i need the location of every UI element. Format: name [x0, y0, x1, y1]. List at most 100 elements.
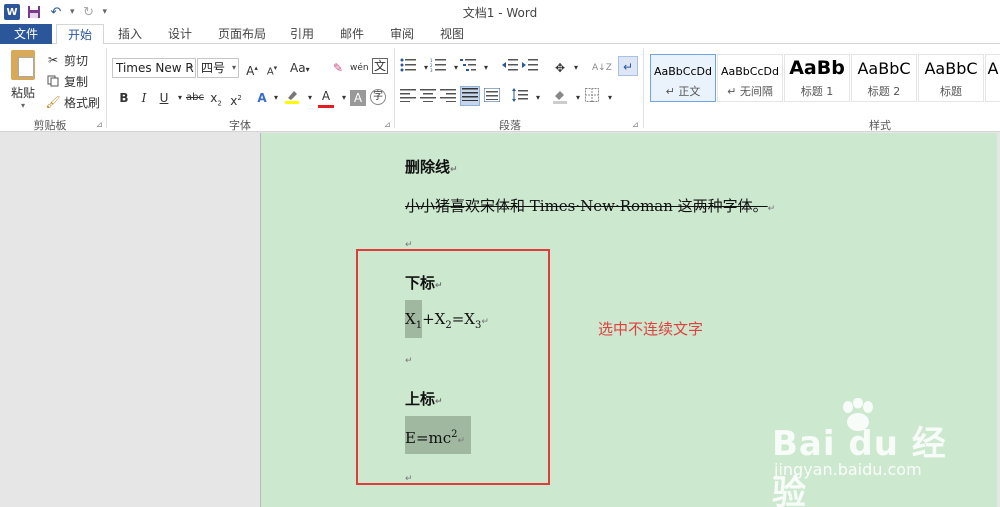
style-title[interactable]: AaBbC 标题	[918, 54, 984, 102]
copy-button[interactable]: 复制	[46, 72, 88, 90]
styles-group-label: 样式	[869, 119, 891, 132]
style-sample: AaBbC	[857, 59, 911, 78]
underline-button[interactable]: U	[156, 88, 172, 108]
style-name: ↵ 无间隔	[727, 85, 773, 98]
group-divider	[394, 48, 395, 128]
chevron-down-icon[interactable]: ▾	[302, 88, 318, 108]
align-center-icon[interactable]	[420, 88, 436, 108]
chevron-down-icon[interactable]: ▾	[530, 88, 546, 108]
paragraph-mark: ↵	[767, 204, 776, 214]
chevron-down-icon: ▾	[231, 63, 236, 72]
style-sample: AaBb	[789, 57, 845, 79]
tab-insert[interactable]: 插入	[110, 24, 150, 44]
heading-text: 删除线	[405, 158, 451, 176]
copy-icon	[46, 74, 60, 88]
tab-design[interactable]: 设计	[160, 24, 200, 44]
borders-icon[interactable]	[584, 88, 600, 108]
font-size-combo[interactable]: 四号 ▾	[197, 58, 239, 78]
chinese-layout-icon[interactable]: ✥	[552, 58, 568, 78]
style-name: 标题 1	[800, 85, 834, 98]
phonetic-guide-icon[interactable]: wén	[350, 58, 369, 78]
style-sample-partial: A	[987, 59, 999, 78]
tab-mailings[interactable]: 邮件	[332, 24, 372, 44]
paintbrush-icon: 🖌	[45, 95, 61, 109]
font-launcher-icon[interactable]: ⊿	[384, 120, 391, 129]
character-shading-button[interactable]: A	[350, 90, 366, 106]
shrink-font-label: A	[266, 66, 274, 78]
format-painter-button[interactable]: 🖌 格式刷	[45, 93, 100, 111]
style-sample: AaBbCcDd	[654, 65, 712, 78]
tab-view[interactable]: 视图	[432, 24, 472, 44]
highlight-frame	[356, 249, 550, 485]
subscript-button[interactable]: x2	[208, 88, 224, 108]
character-border-icon[interactable]: 文	[372, 58, 388, 74]
style-name: 标题 2	[867, 85, 901, 98]
shading-icon[interactable]	[552, 88, 568, 108]
style-heading-1[interactable]: AaBb 标题 1	[784, 54, 850, 102]
font-size-value: 四号	[201, 61, 226, 75]
style-name: ↵ 正文	[665, 85, 701, 98]
group-divider	[106, 48, 107, 128]
clear-formatting-icon[interactable]: ✎	[330, 58, 346, 78]
paragraph-mark: ↵	[450, 165, 458, 175]
change-case-label: Aa	[290, 61, 306, 75]
chevron-down-icon[interactable]: ▾	[602, 88, 618, 108]
superscript-button[interactable]: x2	[228, 88, 244, 108]
style-name: 标题	[940, 85, 962, 98]
change-case-button[interactable]: Aa▾	[290, 58, 310, 78]
paragraph-group-label: 段落	[499, 119, 521, 132]
chevron-down-icon: ▾	[20, 101, 25, 110]
svg-text:3: 3	[430, 68, 433, 72]
sort-icon[interactable]: A↓Z	[592, 58, 612, 78]
grow-font-button[interactable]: A▴	[244, 58, 260, 78]
heading-strikethrough[interactable]: 删除线↵	[405, 156, 458, 177]
strikethrough-button[interactable]: abc	[186, 88, 204, 108]
highlight-icon[interactable]	[284, 88, 300, 108]
align-right-icon[interactable]	[440, 88, 456, 108]
style-sample: AaBbC	[924, 59, 978, 78]
font-color-button[interactable]: A	[318, 88, 334, 108]
line-spacing-icon[interactable]	[512, 88, 528, 108]
justify-icon[interactable]	[460, 86, 480, 106]
tab-references[interactable]: 引用	[282, 24, 322, 44]
strikethrough-paragraph[interactable]: 小小猪喜欢宋体和 Times·New·Roman 这两种字体。↵	[405, 195, 775, 216]
shrink-font-button[interactable]: A▾	[264, 58, 280, 78]
multilevel-list-icon[interactable]	[460, 58, 476, 78]
clipboard-icon	[11, 50, 35, 80]
increase-indent-icon[interactable]	[522, 58, 538, 78]
bold-button[interactable]: B	[116, 88, 132, 108]
italic-button[interactable]: I	[136, 88, 152, 108]
show-marks-icon[interactable]: ↵	[618, 56, 638, 76]
cut-button[interactable]: ✂ 剪切	[46, 51, 88, 69]
distributed-icon[interactable]	[483, 87, 501, 108]
paste-label: 粘贴	[10, 86, 35, 100]
font-name-combo[interactable]: Times New R ▾	[112, 58, 196, 78]
chevron-down-icon[interactable]: ▾	[478, 58, 494, 78]
tab-home[interactable]: 开始	[56, 24, 104, 45]
clipboard-group-label: 剪贴板	[33, 119, 67, 132]
style-heading-2[interactable]: AaBbC 标题 2	[851, 54, 917, 102]
bullets-icon[interactable]	[400, 58, 416, 78]
scissors-icon: ✂	[47, 53, 59, 67]
enclose-characters-icon[interactable]: 字	[370, 89, 386, 105]
clipboard-launcher-icon[interactable]: ⊿	[96, 120, 103, 129]
paragraph-launcher-icon[interactable]: ⊿	[632, 120, 639, 129]
paste-button[interactable]: 粘贴 ▾	[6, 50, 40, 110]
tab-file[interactable]: 文件	[0, 24, 52, 44]
chevron-down-icon[interactable]: ▾	[568, 58, 584, 78]
align-left-icon[interactable]	[400, 88, 416, 108]
style-no-spacing[interactable]: AaBbCcDd ↵ 无间隔	[717, 54, 783, 102]
font-name-value: Times New R	[116, 61, 194, 75]
ribbon: 粘贴 ▾ ✂ 剪切 复制 🖌 格式刷 剪贴板 ⊿ Times New R ▾ 四…	[0, 44, 1000, 132]
strikethrough-text: 小小猪喜欢宋体和 Times·New·Roman 这两种字体。	[405, 197, 768, 215]
numbering-icon[interactable]: 123	[430, 58, 446, 78]
decrease-indent-icon[interactable]	[502, 58, 518, 78]
empty-paragraph[interactable]: ↵	[405, 236, 413, 250]
ribbon-tabs: 文件 开始 插入 设计 页面布局 引用 邮件 审阅 视图	[0, 24, 1000, 45]
chevron-down-icon[interactable]: ▾	[268, 88, 284, 108]
style-more[interactable]: A	[985, 54, 1000, 102]
tab-review[interactable]: 审阅	[382, 24, 422, 44]
window-title: 文档1 - Word	[462, 6, 538, 20]
style-normal[interactable]: AaBbCcDd ↵ 正文	[650, 54, 716, 102]
tab-page-layout[interactable]: 页面布局	[212, 24, 272, 44]
